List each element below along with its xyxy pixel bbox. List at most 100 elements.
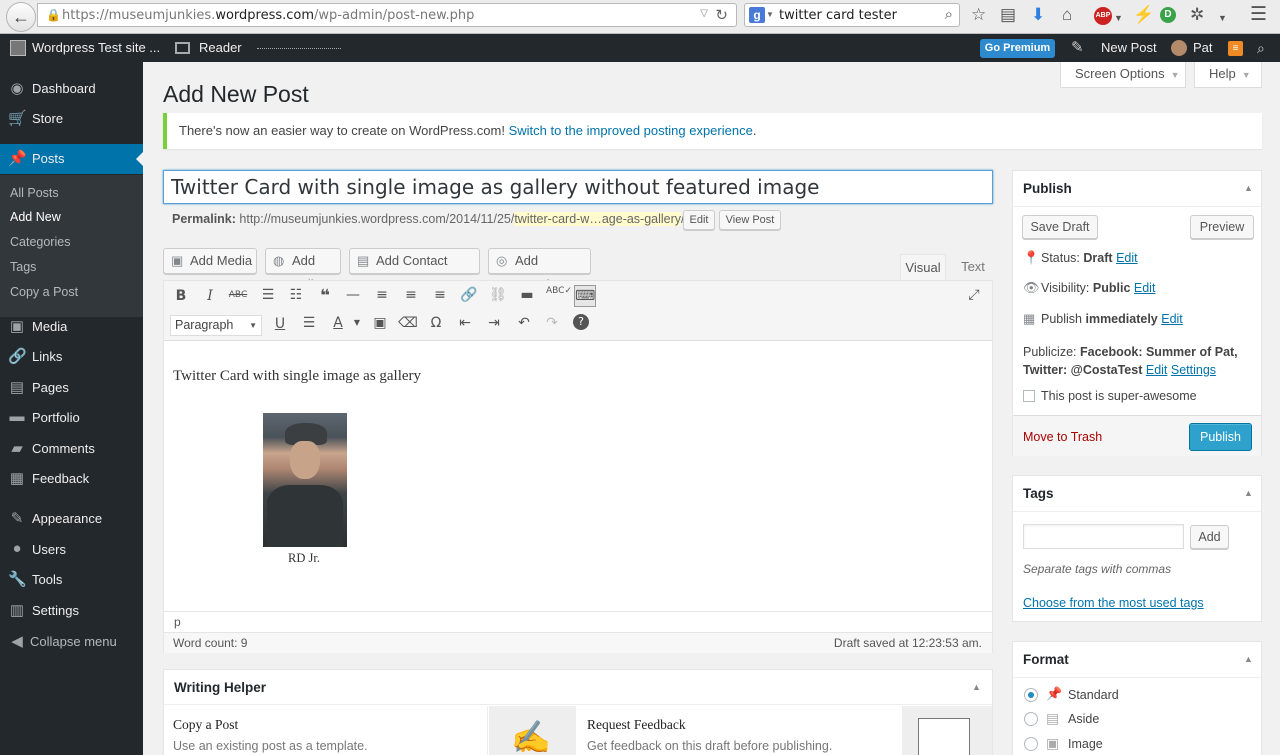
new-post-icon[interactable]: ✎ — [1071, 34, 1084, 62]
sidebar-item-comments[interactable]: ▰ Comments — [0, 434, 143, 464]
bold-icon[interactable]: B — [171, 288, 191, 304]
status-edit-link[interactable]: Edit — [1116, 251, 1138, 265]
reading-list-icon[interactable]: ▤ — [1000, 5, 1016, 25]
sidebar-item-feedback[interactable]: ▦ Feedback — [0, 464, 143, 494]
writing-helper-title[interactable]: Writing Helper — [164, 670, 992, 705]
fullscreen-icon[interactable]: ⤢ — [964, 287, 984, 303]
tab-visual[interactable]: Visual — [900, 254, 946, 282]
underline-icon[interactable]: U — [270, 316, 290, 332]
sidebar-item-settings[interactable]: ▥ Settings — [0, 596, 143, 626]
clear-formatting-icon[interactable]: ⌫ — [398, 315, 418, 331]
site-avatar-icon[interactable] — [10, 40, 26, 56]
text-color-icon[interactable]: A — [328, 315, 348, 331]
publicize-settings-link[interactable]: Settings — [1171, 363, 1216, 377]
link-icon[interactable]: 🔗 — [459, 287, 479, 303]
special-character-icon[interactable]: Ω — [426, 315, 446, 331]
plugin-icon[interactable]: ✲ — [1190, 5, 1204, 25]
publicize-edit-link[interactable]: Edit — [1146, 363, 1168, 377]
sidebar-item-media[interactable]: ▣ Media — [0, 312, 143, 342]
add-location-button[interactable]: ◎Add Location — [488, 248, 591, 292]
reader-icon[interactable] — [175, 42, 190, 54]
new-post-link[interactable]: New Post — [1101, 34, 1157, 62]
blockquote-icon[interactable]: ❝ — [315, 286, 335, 306]
sidebar-item-dashboard[interactable]: ◉ Dashboard — [0, 74, 143, 104]
adblock-dropdown-icon[interactable]: ▼ — [1114, 8, 1123, 28]
post-title-input[interactable]: Twitter Card with single image as galler… — [163, 170, 993, 204]
post-content-paragraph[interactable]: Twitter Card with single image as galler… — [173, 368, 421, 385]
sidebar-item-users[interactable]: ● Users — [0, 535, 143, 565]
help-button[interactable]: Help ▼ — [1194, 62, 1262, 88]
tags-box-title[interactable]: Tags — [1013, 476, 1261, 512]
copy-post-panel[interactable]: Copy a Post Use an existing post as a te… — [164, 706, 488, 755]
view-post-button[interactable]: View Post — [719, 210, 781, 230]
bookmark-star-icon[interactable]: ☆ — [971, 5, 986, 25]
adblock-icon[interactable]: ABP — [1094, 7, 1112, 25]
notifications-icon[interactable]: ≡ — [1228, 41, 1243, 56]
format-radio-standard[interactable] — [1024, 688, 1038, 702]
publish-box-title[interactable]: Publish — [1013, 171, 1261, 207]
unlink-icon[interactable]: ⛓ — [488, 287, 508, 303]
back-button[interactable]: ← — [6, 2, 36, 32]
tag-input[interactable] — [1023, 524, 1184, 549]
go-premium-button[interactable]: Go Premium — [980, 39, 1055, 58]
admin-search-icon[interactable]: ⌕ — [1257, 40, 1265, 57]
preview-button[interactable]: Preview — [1190, 215, 1254, 239]
collapse-toggle-icon[interactable]: ▲ — [972, 682, 981, 692]
submenu-copy-a-post[interactable]: Copy a Post — [10, 285, 78, 299]
collapse-menu-button[interactable]: ◀ Collapse menu — [0, 627, 143, 657]
format-radio-image[interactable] — [1024, 737, 1038, 751]
element-path[interactable]: p — [164, 611, 992, 632]
help-icon[interactable]: ? — [573, 314, 589, 330]
submenu-tags[interactable]: Tags — [10, 260, 36, 274]
redo-icon[interactable]: ↷ — [542, 315, 562, 331]
publish-button[interactable]: Publish — [1189, 423, 1252, 451]
collapse-toggle-icon[interactable]: ▲ — [1244, 654, 1253, 664]
improved-experience-link[interactable]: Switch to the improved posting experienc… — [509, 123, 753, 138]
submenu-all-posts[interactable]: All Posts — [10, 186, 59, 200]
justify-icon[interactable]: ☰ — [299, 315, 319, 331]
save-draft-button[interactable]: Save Draft — [1022, 215, 1098, 239]
align-center-icon[interactable]: ≡ — [401, 287, 421, 303]
user-name-link[interactable]: Pat — [1193, 34, 1213, 62]
bullet-list-icon[interactable]: ☰ — [258, 287, 278, 303]
search-input[interactable]: twitter card tester — [779, 8, 897, 23]
collapse-toggle-icon[interactable]: ▲ — [1244, 183, 1253, 193]
sidebar-item-tools[interactable]: 🔧 Tools — [0, 565, 143, 595]
extension-icon[interactable]: D — [1160, 7, 1176, 23]
search-icon[interactable]: ⌕ — [945, 6, 953, 23]
editor-content-area[interactable]: Twitter Card with single image as galler… — [164, 342, 992, 612]
sidebar-item-appearance[interactable]: ✎ Appearance — [0, 504, 143, 534]
home-icon[interactable]: ⌂ — [1062, 5, 1072, 25]
tab-text[interactable]: Text — [955, 254, 991, 282]
image-caption[interactable]: RD Jr. — [288, 551, 320, 566]
submenu-categories[interactable]: Categories — [10, 235, 70, 249]
engine-dropdown-icon[interactable]: ▼ — [766, 10, 774, 19]
format-select[interactable]: Paragraph ▼ — [170, 315, 262, 336]
permalink-edit-button[interactable]: Edit — [683, 210, 715, 230]
request-feedback-panel[interactable]: Request Feedback Get feedback on this dr… — [577, 706, 902, 755]
toolbar-toggle-icon[interactable]: ⌨ — [574, 285, 596, 307]
text-color-dropdown-icon[interactable]: ▼ — [347, 318, 367, 327]
super-awesome-checkbox[interactable] — [1023, 390, 1035, 402]
numbered-list-icon[interactable]: ☷ — [286, 287, 306, 303]
sidebar-item-store[interactable]: 🛒 Store — [0, 104, 143, 134]
add-contact-form-button[interactable]: ▤Add Contact Form — [349, 248, 480, 292]
choose-most-used-tags-link[interactable]: Choose from the most used tags — [1023, 596, 1204, 610]
permalink-slug[interactable]: twitter-card-w…age-as-gallery — [514, 212, 682, 226]
bolt-icon[interactable]: ⚡ — [1133, 5, 1154, 25]
add-media-button[interactable]: ▣ Add Media — [163, 248, 257, 274]
url-dropdown-icon[interactable]: ▽ — [700, 8, 708, 19]
sidebar-item-posts[interactable]: 📌 Posts — [0, 144, 143, 174]
sidebar-item-pages[interactable]: ▤ Pages — [0, 373, 143, 403]
visibility-edit-link[interactable]: Edit — [1134, 281, 1156, 295]
screen-options-button[interactable]: Screen Options ▼ — [1060, 62, 1186, 88]
google-icon[interactable]: g — [749, 7, 765, 23]
url-bar[interactable]: 🔒 https://museumjunkies.wordpress.com/wp… — [37, 3, 737, 27]
strikethrough-icon[interactable]: ABC — [228, 290, 248, 300]
overflow-dropdown-icon[interactable]: ▼ — [1218, 8, 1227, 28]
add-poll-button[interactable]: ◍Add Poll — [265, 248, 341, 292]
horizontal-line-icon[interactable]: — — [343, 287, 363, 303]
sidebar-item-links[interactable]: 🔗 Links — [0, 342, 143, 372]
format-box-title[interactable]: Format — [1013, 642, 1261, 678]
download-icon[interactable]: ⬇ — [1031, 5, 1045, 25]
